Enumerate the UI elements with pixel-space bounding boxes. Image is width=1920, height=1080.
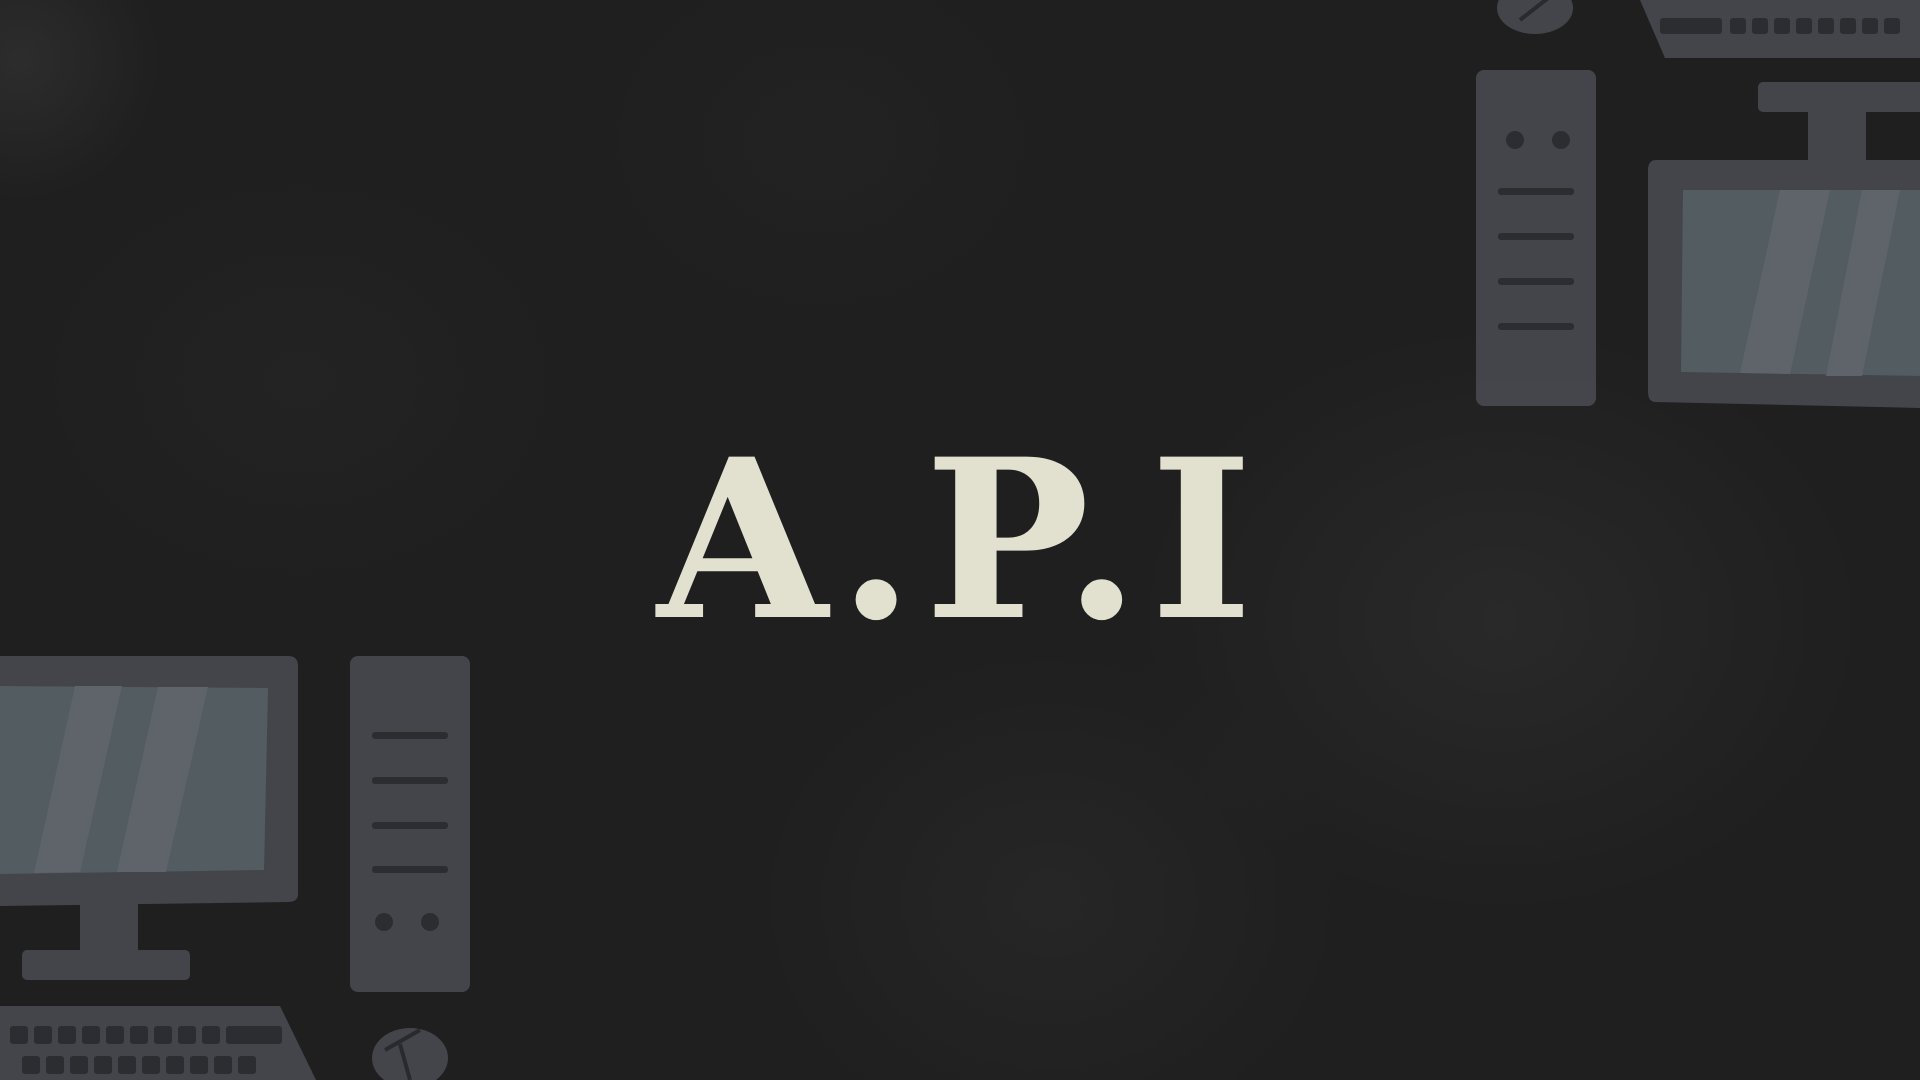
- tower-case-icon: [350, 656, 470, 992]
- mouse-icon: [1497, 0, 1573, 34]
- desktop-computer-icon: [0, 656, 298, 980]
- title-slide: A.P.I: [0, 0, 1920, 1080]
- keyboard-icon: [1640, 0, 1920, 58]
- mouse-icon: [372, 1028, 448, 1080]
- keyboard-icon: [0, 1006, 316, 1080]
- slide-title: A.P.I: [657, 410, 1263, 669]
- tower-case-icon: [1476, 70, 1596, 406]
- desktop-computer-icon: [1648, 82, 1920, 408]
